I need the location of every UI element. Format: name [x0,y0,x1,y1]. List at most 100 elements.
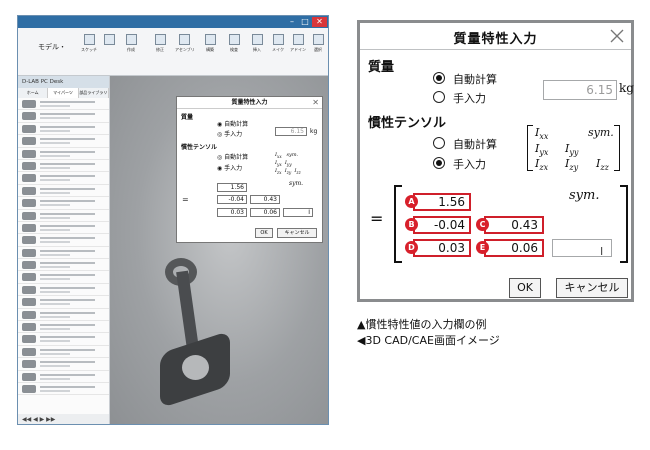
list-item[interactable] [18,148,109,160]
part-text-line [40,150,95,153]
tensor-iyy: Iyy [565,142,579,158]
minimize-icon[interactable]: – [286,17,298,27]
ribbon-inspect[interactable]: 検査 [225,34,243,53]
mass-value-input[interactable]: 6.15 [543,80,617,100]
mini-cell-32[interactable]: 0.06 [250,208,280,217]
list-item[interactable] [18,346,109,359]
mini-cell-33[interactable]: I [283,208,313,217]
ribbon-modify[interactable]: 修正 [151,34,169,53]
mass-manual-radio[interactable] [433,91,445,103]
cancel-button[interactable]: キャンセル [556,278,628,298]
list-item[interactable] [18,247,109,260]
close-icon[interactable]: ✕ [312,17,327,27]
tab-home[interactable]: ホーム [18,88,49,98]
inertia-cell-b[interactable]: -0.04 [413,216,471,234]
part-text-line [40,125,95,128]
part-text-line [40,365,70,368]
dialog-titlebar: 質量特性入力 [360,23,631,50]
list-item[interactable] [18,110,109,123]
list-item[interactable] [18,160,109,173]
mini-radio-auto[interactable]: ◉ 自動計算 [217,119,248,128]
part-text-line [40,315,70,318]
model-workspace-tab[interactable]: モデル・ [38,42,66,52]
mini-radio-manual[interactable]: ◎ 手入力 [217,129,242,138]
mini-inertia-label: 慣性テンソル [181,144,218,151]
mini-mass-input[interactable]: 6.15 [275,127,307,136]
mini-dialog-title: 質量特性入力 [177,97,322,109]
inertia-cell-a[interactable]: 1.56 [413,193,471,211]
mini-inertia-auto[interactable]: ◎ 自動計算 [217,152,248,161]
tab-library[interactable]: 部品ライブラリ [78,88,109,98]
list-item[interactable] [18,371,109,383]
list-item[interactable] [18,222,109,235]
ribbon-construct[interactable]: 構築 [201,34,219,53]
tab-my-parts[interactable]: マイパーツ [48,88,79,98]
list-item[interactable] [18,284,109,297]
ribbon-select[interactable]: 選択 [309,34,327,53]
mini-cell-11[interactable]: 1.56 [217,183,247,192]
list-item[interactable] [18,185,109,198]
inertia-cell-c[interactable]: 0.43 [484,216,544,234]
part-text-line [40,389,70,392]
inertia-auto-radio[interactable] [433,137,445,149]
conrod-bore [182,355,209,380]
list-item[interactable] [18,321,109,334]
select-icon [312,34,324,45]
mini-inertia-manual[interactable]: ◉ 手入力 [217,163,242,172]
insert-icon [251,34,263,45]
part-text-line [40,142,70,145]
list-item[interactable] [18,358,109,371]
part-text-line [40,290,70,293]
list-item[interactable] [18,309,109,322]
list-item[interactable] [18,333,109,346]
part-text-line [40,175,95,178]
part-text-line [40,216,70,219]
list-item[interactable] [18,172,109,185]
ribbon-create[interactable]: 作成 [122,34,140,53]
list-item[interactable] [18,197,109,210]
list-item[interactable] [18,383,109,396]
list-item[interactable] [18,98,109,111]
list-item[interactable] [18,234,109,247]
ribbon-assembly[interactable]: アセンブリ [175,34,195,53]
part-text-line [40,187,95,190]
ok-button[interactable]: OK [509,278,541,298]
inertia-manual-radio[interactable] [433,157,445,169]
parts-list [18,98,109,396]
mini-cell-22[interactable]: 0.43 [250,195,280,204]
list-item[interactable] [18,296,109,309]
list-item[interactable] [18,271,109,284]
mini-cell-31[interactable]: 0.03 [217,208,247,217]
part-text-line [40,117,70,120]
list-item[interactable] [18,259,109,272]
maximize-icon[interactable]: □ [299,17,311,27]
inertia-cell-e[interactable]: 0.06 [484,239,544,257]
construct-icon [204,34,216,45]
ribbon-sketch[interactable]: スケッチ [80,34,98,53]
ribbon-toolbar: モデル・ スケッチ 作成 修正 アセンブリ 構築 検査 挿入 メイク アドイン … [18,28,328,76]
ribbon-make[interactable]: メイク [269,34,287,53]
mass-auto-radio[interactable] [433,72,445,84]
part-text-line [40,348,95,351]
list-item[interactable] [18,210,109,222]
create-icon [125,34,137,45]
ribbon-tool-2[interactable] [100,34,118,47]
list-item[interactable] [18,135,109,148]
radio-selected-dot [436,160,442,166]
window-titlebar: – □ ✕ [18,16,328,28]
mini-cancel-button[interactable]: キャンセル [277,228,317,238]
list-item[interactable] [18,123,109,136]
mini-ok-button[interactable]: OK [255,228,273,238]
inertia-cell-d[interactable]: 0.03 [413,239,471,257]
ribbon-insert[interactable]: 挿入 [248,34,266,53]
part-thumbnail [22,161,36,170]
close-icon[interactable]: ✕ [312,97,319,109]
matrix-sym-label: sym. [569,188,600,203]
close-icon[interactable] [606,25,628,47]
badge-c: C [476,218,489,231]
ribbon-addins[interactable]: アドイン [289,34,307,53]
sidebar-pager[interactable]: ◀◀ ◀ ▶ ▶▶ [18,414,109,424]
tensor-iyx: Iyx [535,142,549,158]
mini-cell-21[interactable]: -0.04 [217,195,247,204]
parts-sidebar: D-LAB PC Desk ホーム マイパーツ 部品ライブラリ ◀◀ ◀ ▶ ▶… [18,76,110,424]
